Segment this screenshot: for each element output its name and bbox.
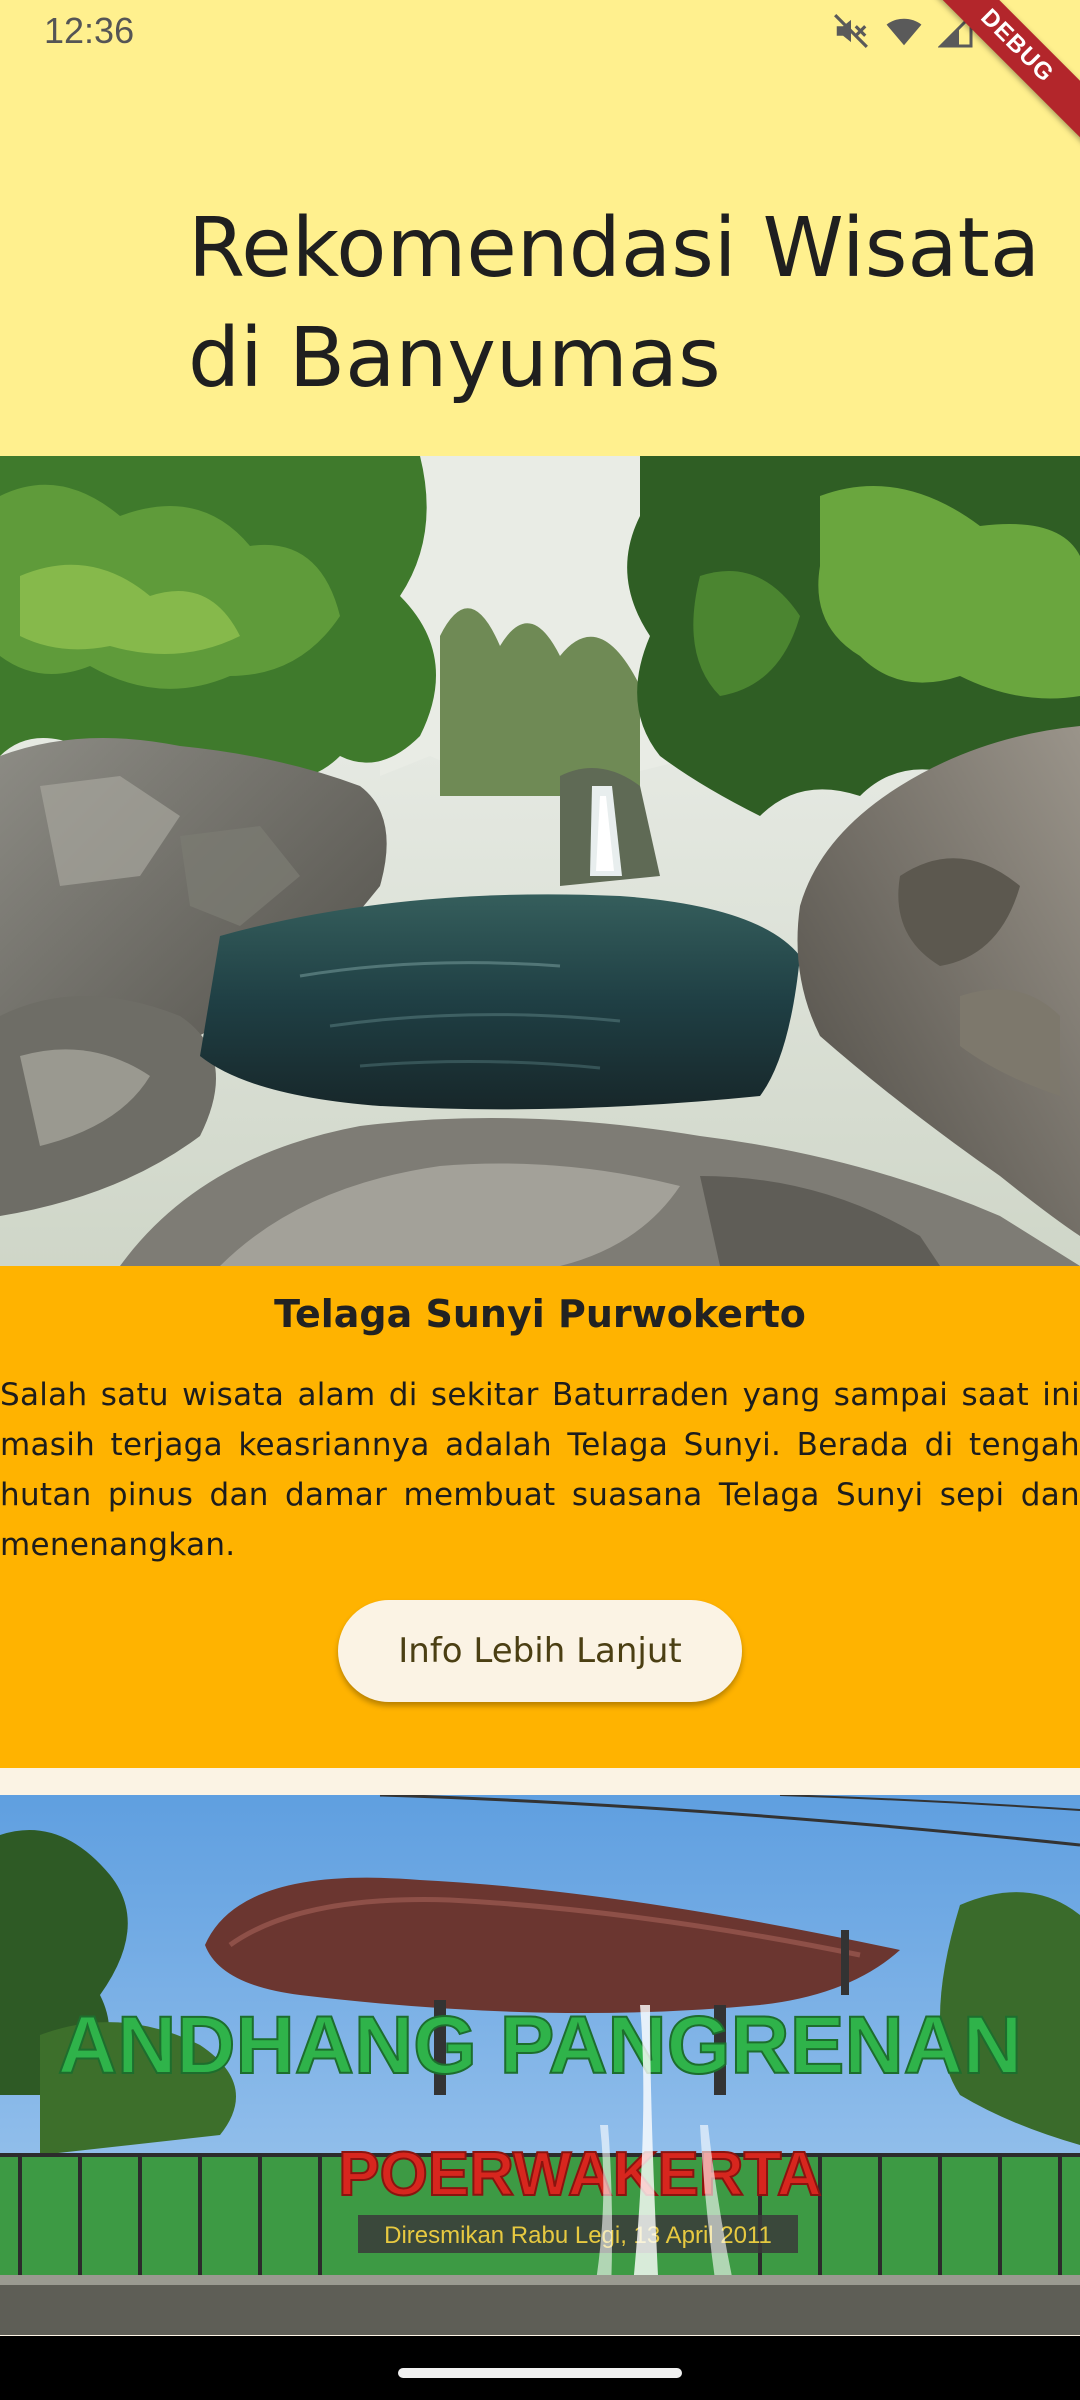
card-description: Salah satu wisata alam di sekitar Baturr… xyxy=(0,1377,1080,1563)
sign-sub-text: POERWAKERTA xyxy=(338,2140,821,2209)
wifi-icon xyxy=(884,12,924,50)
home-indicator[interactable] xyxy=(398,2368,682,2378)
status-time: 12:36 xyxy=(44,10,135,51)
mute-icon xyxy=(832,12,870,50)
page-title: Rekomendasi Wisata di Banyumas xyxy=(188,201,1041,406)
telaga-sunyi-photo xyxy=(0,456,1080,1266)
card-title: Telaga Sunyi Purwokerto xyxy=(274,1292,806,1336)
app-header: Rekomendasi Wisata di Banyumas xyxy=(0,0,1080,456)
status-bar: 12:36 xyxy=(0,0,1080,64)
destination-card: Telaga Sunyi Purwokerto Salah satu wisat… xyxy=(0,1266,1080,1768)
app-screen: Rekomendasi Wisata di Banyumas 12:36 DEB… xyxy=(0,0,1080,2400)
andhang-pangrenan-photo: ANDHANG PANGRENAN POERWAKERTA Diresmikan… xyxy=(0,1795,1080,2335)
sign-main-text: ANDHANG PANGRENAN xyxy=(58,2000,1022,2091)
info-lebih-lanjut-button[interactable]: Info Lebih Lanjut xyxy=(338,1600,742,1702)
